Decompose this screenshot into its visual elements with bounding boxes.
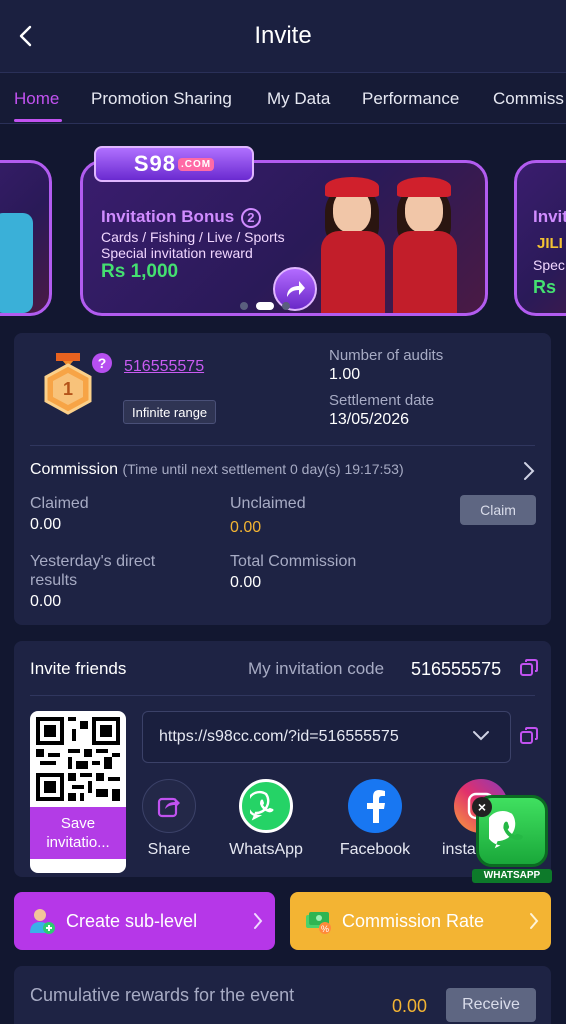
invitation-link-text: https://s98cc.com/?id=516555575 xyxy=(159,728,399,745)
invitation-link-dropdown[interactable]: https://s98cc.com/?id=516555575 xyxy=(142,711,511,763)
banner-next-line-3: Spec xyxy=(533,257,565,273)
commission-rate-label: Commission Rate xyxy=(342,910,485,931)
claimed-value: 0.00 xyxy=(30,516,62,533)
tab-performance[interactable]: Performance xyxy=(362,89,459,109)
copy-code-icon[interactable] xyxy=(520,659,538,677)
banner-line-1: Cards / Fishing / Live / Sports xyxy=(101,229,285,245)
user-id-link[interactable]: 516555575 xyxy=(124,358,204,376)
cumulative-rewards-card: Cumulative rewards for the event 0.00 Re… xyxy=(14,966,551,1024)
help-icon[interactable]: ? xyxy=(92,353,112,373)
share-arrow-icon xyxy=(287,281,305,297)
share-icon xyxy=(142,779,196,833)
carousel-dot[interactable] xyxy=(240,302,248,310)
banner-title-badge: 2 xyxy=(240,207,261,228)
audits-value: 1.00 xyxy=(329,366,361,383)
banner-line-2: Special invitation reward xyxy=(101,245,253,261)
character-illustration-left xyxy=(311,177,391,313)
audits-label: Number of audits xyxy=(329,347,444,364)
banner-carousel[interactable]: S98 .COM Invitation Bonus 2 Cards / Fishi… xyxy=(0,124,566,320)
agent-info-card: 1 ? 516555575 Infinite range Number of a… xyxy=(14,333,551,625)
invite-friends-card: Invite friends My invitation code 516555… xyxy=(14,641,551,877)
tab-commission[interactable]: Commiss xyxy=(493,89,564,109)
commission-title: Commission xyxy=(30,461,119,478)
banner-invitation-bonus[interactable]: Invitation Bonus 2 Cards / Fishing / Liv… xyxy=(80,160,488,316)
divider xyxy=(30,445,535,446)
tab-my-data[interactable]: My Data xyxy=(267,89,330,109)
claim-button[interactable]: Claim xyxy=(460,495,536,525)
svg-text:%: % xyxy=(321,924,329,934)
commission-header[interactable]: Commission (Time until next settlement 0… xyxy=(30,461,404,479)
yesterday-results-label-line1: Yesterday's direct xyxy=(30,553,156,570)
total-commission-label: Total Commission xyxy=(230,553,357,570)
whatsapp-label: WhatsApp xyxy=(229,841,303,858)
tab-promotion-sharing[interactable]: Promotion Sharing xyxy=(91,89,232,109)
level-medal-icon: 1 xyxy=(44,353,92,415)
claimed-label: Claimed xyxy=(30,495,89,512)
range-tag: Infinite range xyxy=(123,400,217,424)
page-title: Invite xyxy=(254,22,312,49)
carousel-dots xyxy=(240,302,290,310)
share-generic-button[interactable]: Share xyxy=(129,779,209,859)
settlement-date-value: 13/05/2026 xyxy=(329,411,410,428)
qr-card: Save invitatio... xyxy=(30,711,126,873)
invite-friends-title: Invite friends xyxy=(30,659,127,678)
banner-next-line-4: Rs xyxy=(533,277,557,297)
cumulative-rewards-label: Cumulative rewards for the event xyxy=(30,985,295,1005)
commission-rate-button[interactable]: % Commission Rate xyxy=(290,892,551,950)
share-whatsapp-button[interactable]: WhatsApp xyxy=(226,779,306,859)
total-commission-value: 0.00 xyxy=(230,574,262,591)
banner-prev[interactable] xyxy=(0,160,52,316)
header-bar: Invite xyxy=(0,0,566,72)
whatsapp-icon xyxy=(239,779,293,833)
cumulative-rewards-value: 0.00 xyxy=(392,996,428,1016)
invitation-code-label: My invitation code xyxy=(248,659,385,678)
banner-amount: Rs 1,000 xyxy=(101,261,179,282)
settlement-countdown: (Time until next settlement 0 day(s) 19:… xyxy=(122,461,404,477)
facebook-label: Facebook xyxy=(339,841,411,858)
yesterday-results-label-line2: results xyxy=(30,572,78,589)
settlement-date-label: Settlement date xyxy=(329,392,435,409)
create-sub-level-button[interactable]: Create sub-level xyxy=(14,892,275,950)
active-tab-indicator xyxy=(14,119,62,122)
unclaimed-value: 0.00 xyxy=(230,519,262,536)
save-label-line2: invitatio... xyxy=(46,834,110,851)
character-illustration-right xyxy=(383,177,463,313)
save-label-line1: Save xyxy=(60,815,96,832)
close-icon[interactable]: × xyxy=(472,797,492,817)
chevron-down-icon xyxy=(473,731,489,741)
tab-home[interactable]: Home xyxy=(14,89,59,109)
yesterday-results-value: 0.00 xyxy=(30,593,62,610)
brand-logo: S98 .COM xyxy=(94,146,254,182)
svg-text:1: 1 xyxy=(63,379,73,399)
carousel-dot[interactable] xyxy=(282,302,290,310)
facebook-icon xyxy=(348,779,402,833)
create-sub-level-label: Create sub-level xyxy=(66,910,198,931)
add-user-icon xyxy=(30,909,55,934)
invitation-code-value: 516555575 xyxy=(411,659,502,679)
chevron-right-icon xyxy=(254,913,263,929)
save-invitation-button[interactable]: Save invitatio... xyxy=(30,807,126,859)
floating-whatsapp-label: WHATSAPP xyxy=(472,869,552,883)
divider xyxy=(30,695,535,696)
share-facebook-button[interactable]: Facebook xyxy=(335,779,415,859)
share-label: Share xyxy=(147,841,191,858)
money-percent-icon: % xyxy=(306,912,331,934)
carousel-dot-active[interactable] xyxy=(256,302,274,310)
banner-title: Invitation Bonus 2 xyxy=(101,207,261,228)
copy-link-icon[interactable] xyxy=(520,727,538,745)
chevron-right-icon[interactable] xyxy=(523,461,535,481)
banner-next-line-1: Invit xyxy=(533,207,566,226)
banner-next-line-2: JILI xyxy=(537,235,563,252)
qr-code xyxy=(36,717,120,801)
tab-bar: Home Promotion Sharing My Data Performan… xyxy=(0,72,566,124)
unclaimed-label: Unclaimed xyxy=(230,495,306,512)
floating-whatsapp-button[interactable]: × WHATSAPP xyxy=(472,795,552,885)
chevron-right-icon xyxy=(530,913,539,929)
banner-next[interactable]: Invit JILI Spec Rs xyxy=(514,160,566,316)
receive-button[interactable]: Receive xyxy=(446,988,536,1022)
